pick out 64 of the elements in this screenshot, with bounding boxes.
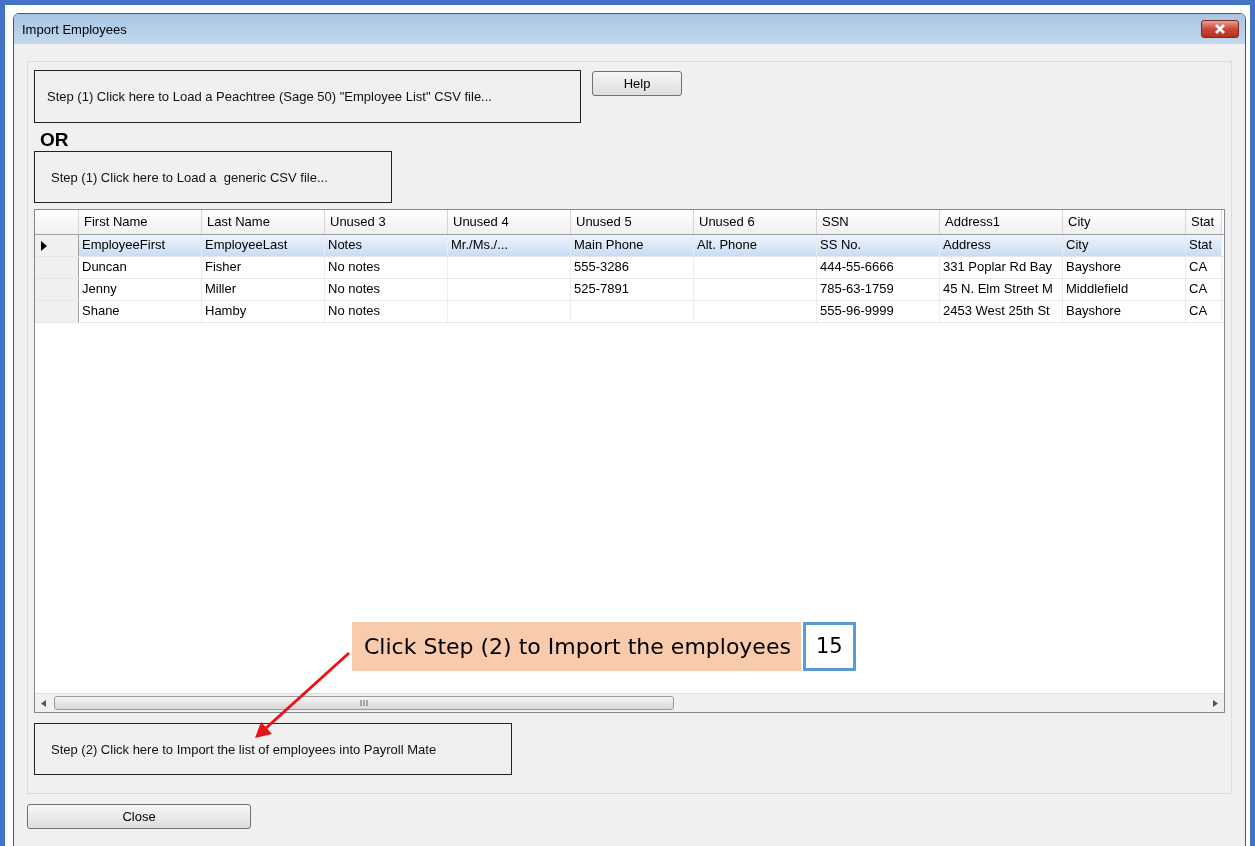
table-cell: 525-7891	[574, 281, 629, 296]
scroll-right-icon[interactable]	[1213, 699, 1218, 707]
table-cell: Fisher	[205, 259, 242, 274]
table-cell: Notes	[328, 237, 362, 252]
table-cell: City	[1066, 237, 1089, 252]
table-cell: Hamby	[205, 303, 247, 318]
current-row-icon	[41, 240, 47, 251]
column-header[interactable]: First Name	[79, 210, 202, 234]
column-header[interactable]: Unused 3	[325, 210, 448, 234]
column-header[interactable]: Unused 5	[571, 210, 694, 234]
table-cell: Bayshore	[1066, 259, 1121, 274]
scroll-left-icon[interactable]	[41, 699, 46, 707]
table-cell: Miller	[205, 281, 237, 296]
table-cell: 555-3286	[574, 259, 629, 274]
table-cell: No notes	[328, 281, 381, 296]
corner-cell	[35, 210, 79, 234]
scrollbar-thumb[interactable]	[54, 696, 674, 710]
table-cell: CA	[1189, 303, 1208, 318]
table-cell: Middlefield	[1066, 281, 1129, 296]
table-row[interactable]: EmployeeFirst EmployeeLast Notes Mr./Ms./... Main Phone Alt. Phone SS No. Address City Stat	[35, 235, 1224, 257]
table-cell: Main Phone	[574, 237, 644, 252]
column-header[interactable]: Last Name	[202, 210, 325, 234]
column-header[interactable]: Unused 6	[694, 210, 817, 234]
table-cell: EmployeeLast	[205, 237, 288, 252]
step-number-badge: 15	[802, 622, 856, 671]
table-cell: Jenny	[82, 281, 117, 296]
or-label: OR	[40, 129, 69, 151]
column-header[interactable]: Stat	[1186, 210, 1222, 234]
horizontal-scrollbar[interactable]	[35, 693, 1224, 712]
table-cell: 444-55-6666	[820, 259, 894, 274]
load-generic-button[interactable]: Step (1) Click here to Load a generic CSV file...	[34, 151, 392, 203]
table-cell: No notes	[328, 259, 381, 274]
close-button[interactable]: Close	[27, 804, 251, 829]
table-cell: CA	[1189, 281, 1208, 296]
table-cell: Mr./Ms./...	[451, 237, 509, 252]
table-cell: Bayshore	[1066, 303, 1121, 318]
table-cell: Alt. Phone	[697, 237, 757, 252]
table-row[interactable]: Shane Hamby No notes 555-96-9999 2453 West 25th St Bayshore CA	[35, 301, 1224, 323]
table-row[interactable]: Duncan Fisher No notes 555-3286 444-55-6666 331 Poplar Rd Bay Bayshore CA	[35, 257, 1224, 279]
column-header[interactable]: SSN	[817, 210, 940, 234]
window-title: Import Employees	[22, 21, 127, 37]
load-peachtree-button[interactable]: Step (1) Click here to Load a Peachtree (Sage 50) "Employee List" CSV file...	[34, 70, 581, 123]
row-header[interactable]	[35, 235, 79, 256]
table-cell: Shane	[82, 303, 120, 318]
help-button[interactable]: Help	[592, 71, 682, 96]
import-button[interactable]: Step (2) Click here to Import the list of employees into Payroll Mate	[34, 723, 512, 775]
table-cell: 2453 West 25th St	[943, 303, 1050, 318]
table-cell: 785-63-1759	[820, 281, 894, 296]
callout-label: Click Step (2) to Import the employees	[352, 622, 801, 671]
table-cell: 555-96-9999	[820, 303, 894, 318]
column-header[interactable]: Address1	[940, 210, 1063, 234]
column-header[interactable]: City	[1063, 210, 1186, 234]
table-cell: Stat	[1189, 237, 1213, 252]
table-cell: 45 N. Elm Street M	[943, 281, 1053, 296]
table-cell: Duncan	[82, 259, 127, 274]
table-cell: CA	[1189, 259, 1208, 274]
table-cell: 331 Poplar Rd Bay	[943, 259, 1053, 274]
column-header[interactable]: Unused 4	[448, 210, 571, 234]
table-cell: Address	[943, 237, 991, 252]
table-cell: EmployeeFirst	[82, 237, 166, 252]
table-row[interactable]: Jenny Miller No notes 525-7891 785-63-1759 45 N. Elm Street M Middlefield CA	[35, 279, 1224, 301]
table-cell: SS No.	[820, 237, 862, 252]
table-cell: No notes	[328, 303, 381, 318]
close-icon[interactable]	[1201, 20, 1239, 38]
